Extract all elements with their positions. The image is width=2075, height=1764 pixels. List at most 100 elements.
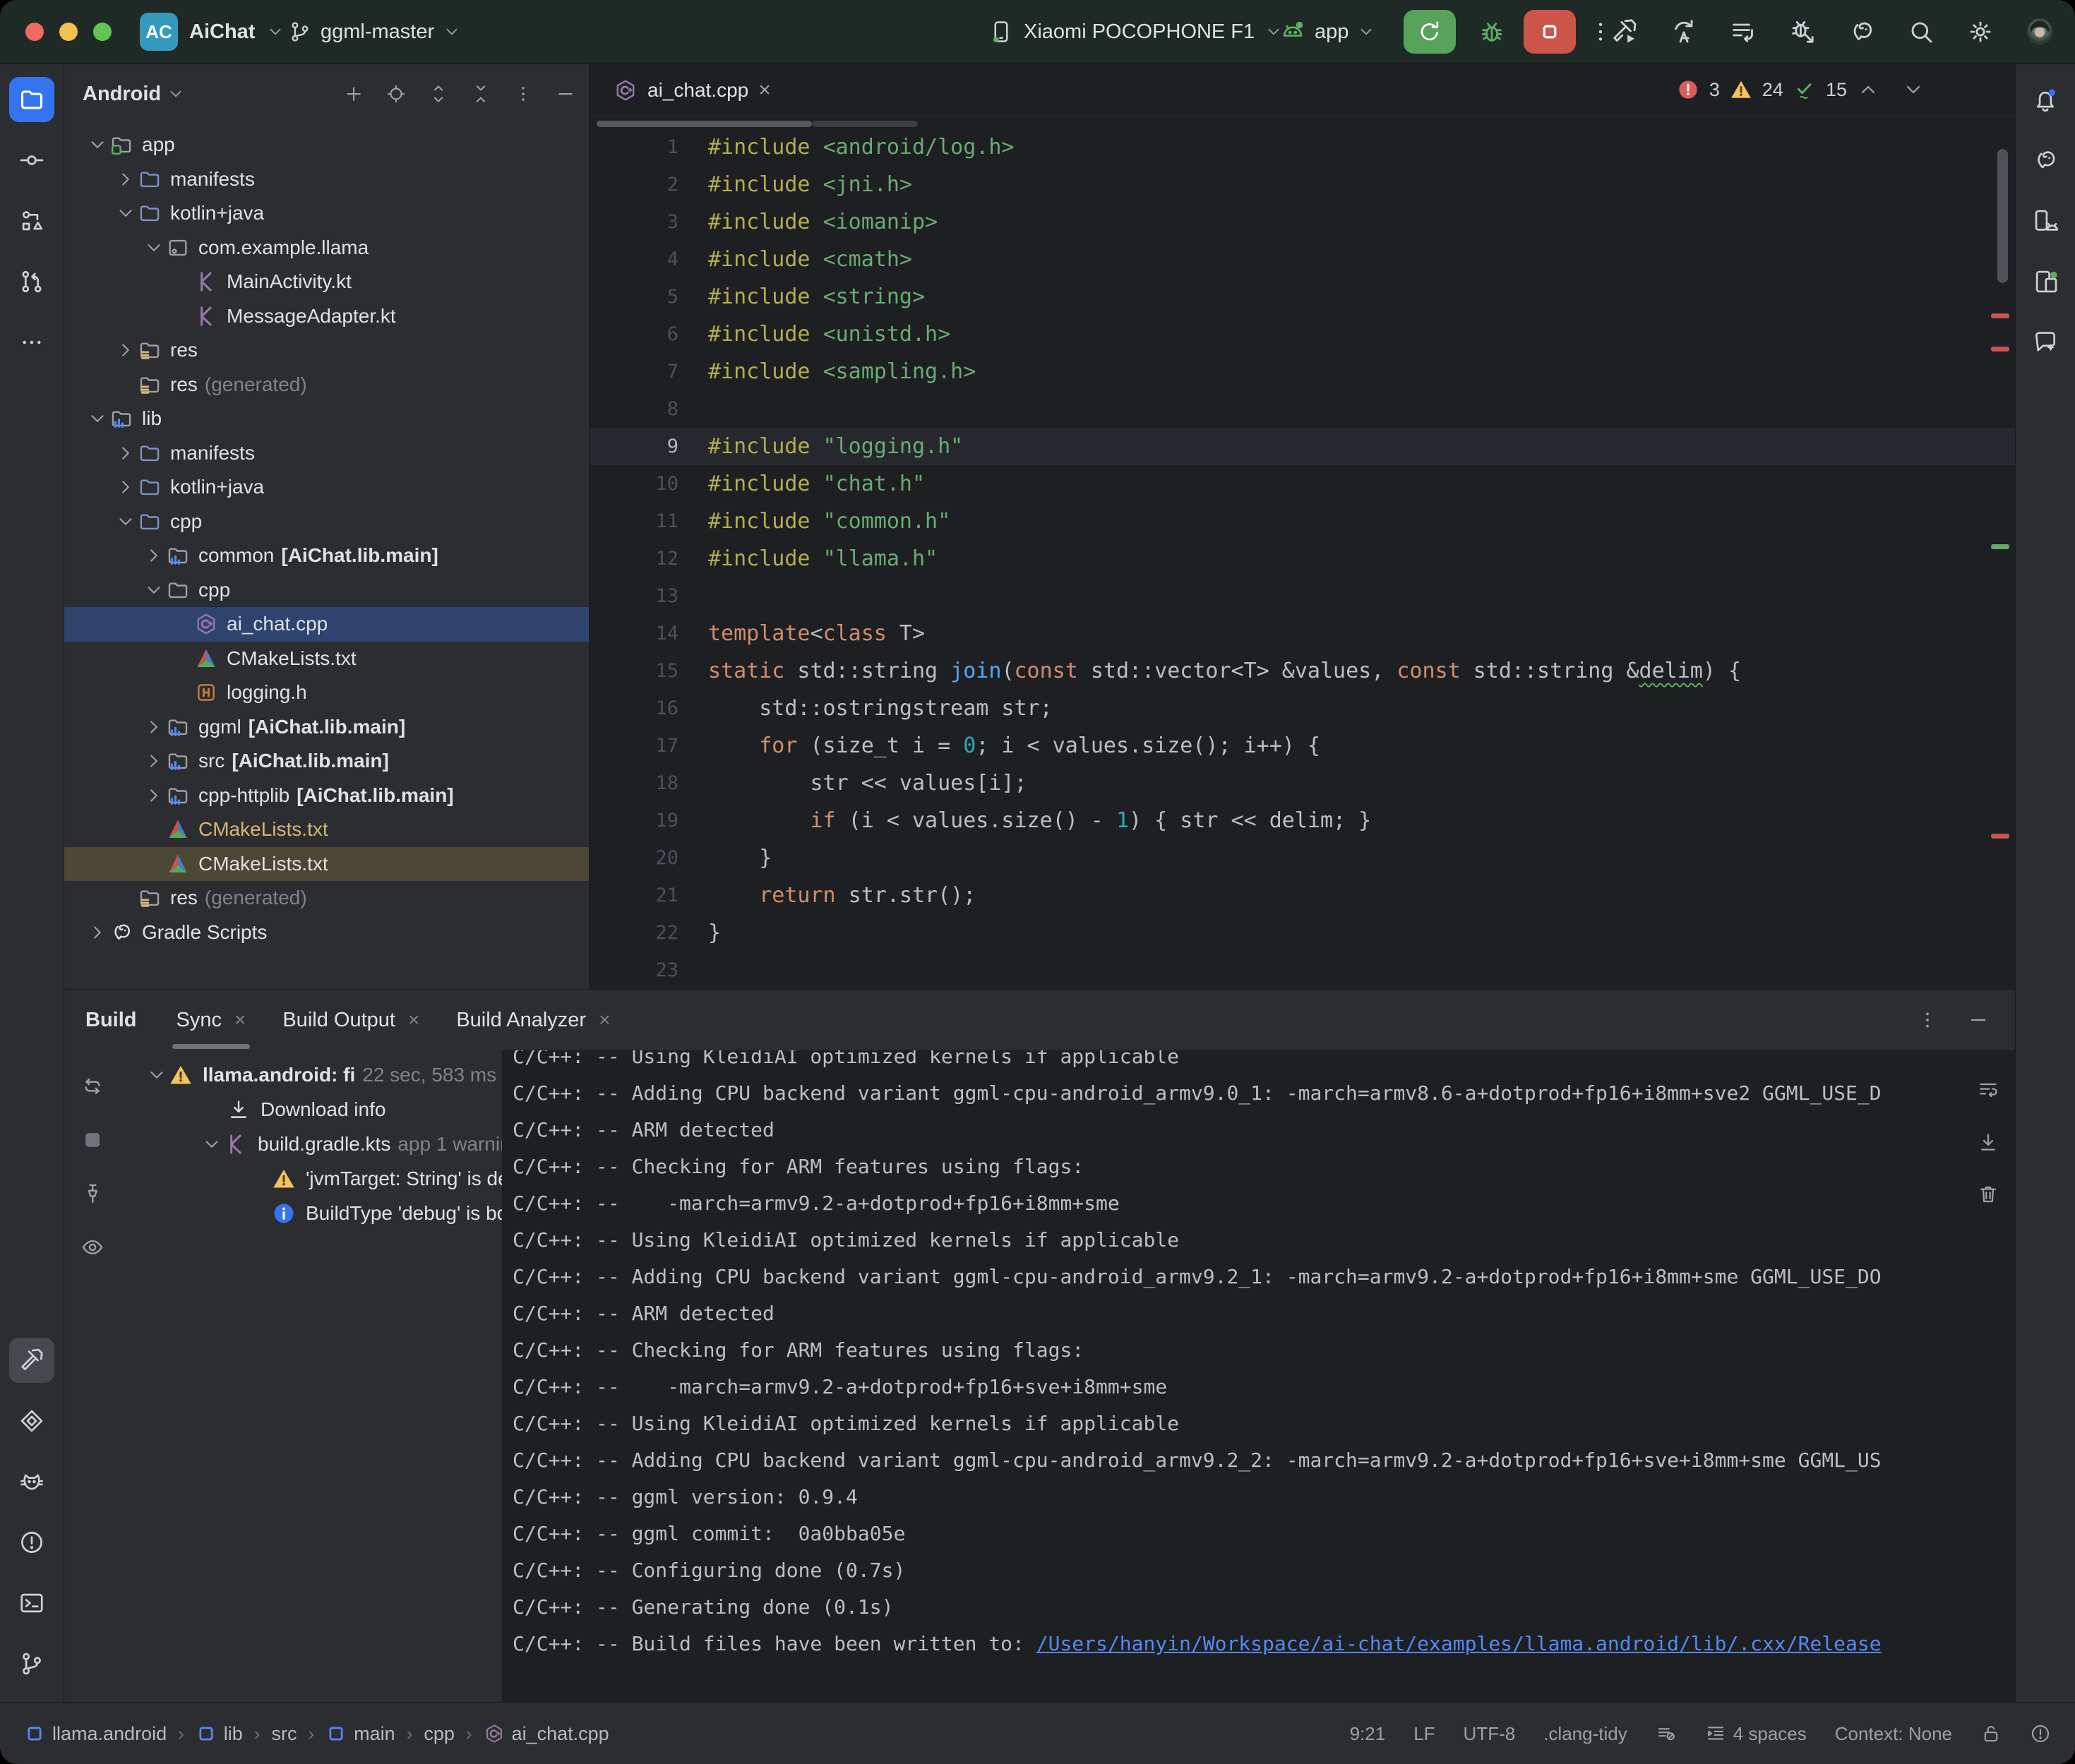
- code-line-3[interactable]: 3#include <iomanip>: [590, 203, 2015, 241]
- stop-app-button[interactable]: [1524, 10, 1576, 54]
- tree-item-app[interactable]: app: [64, 128, 589, 162]
- encoding-widget[interactable]: UTF-8: [1464, 1723, 1516, 1745]
- collapse-all-icon[interactable]: [470, 83, 491, 104]
- locate-icon[interactable]: [385, 83, 407, 104]
- hide-build-panel-icon[interactable]: [1967, 1009, 1990, 1031]
- code-line-2[interactable]: 2#include <jni.h>: [590, 166, 2015, 203]
- build-tab-sync[interactable]: Sync×: [177, 990, 246, 1050]
- code-line-23[interactable]: 23: [590, 952, 2015, 989]
- horizontal-scrollbar-track[interactable]: [812, 121, 918, 127]
- tool-stripe-gemini-chat[interactable]: [2023, 320, 2068, 365]
- tree-item-ggml[interactable]: ggml[AiChat.lib.main]: [64, 710, 589, 745]
- tree-item-res[interactable]: res: [64, 333, 589, 368]
- build-hammer-run-icon[interactable]: [1610, 18, 1639, 46]
- build-variants-icon[interactable]: [1729, 18, 1757, 46]
- tree-item-mainactivity-kt[interactable]: MainActivity.kt: [64, 265, 589, 299]
- trash-icon[interactable]: [1977, 1183, 1999, 1206]
- attach-debugger-icon[interactable]: [1788, 18, 1817, 46]
- tool-stripe-more[interactable]: [9, 320, 54, 365]
- tool-stripe-terminal[interactable]: [9, 1580, 54, 1626]
- code-line-6[interactable]: 6#include <unistd.h>: [590, 316, 2015, 353]
- tree-item-kotlin-java[interactable]: kotlin+java: [64, 470, 589, 505]
- tree-item-res[interactable]: res(generated): [64, 881, 589, 916]
- build-panel-options-icon[interactable]: [1916, 1009, 1939, 1031]
- vcs-branch-widget[interactable]: ggml-master: [288, 0, 461, 64]
- code-line-16[interactable]: 16 std::ostringstream str;: [590, 690, 2015, 727]
- code-line-10[interactable]: 10#include "chat.h": [590, 465, 2015, 503]
- tool-stripe-device-manager[interactable]: [2023, 198, 2068, 244]
- pin-icon[interactable]: [80, 1182, 104, 1206]
- tree-item-logging-h[interactable]: logging.h: [64, 676, 589, 710]
- previous-problem-icon[interactable]: [1857, 78, 1879, 101]
- close-window-button[interactable]: [25, 23, 44, 41]
- code-line-11[interactable]: 11#include "common.h": [590, 503, 2015, 540]
- tool-stripe-running-devices[interactable]: [2023, 259, 2068, 304]
- context-widget[interactable]: Context: None: [1835, 1723, 1952, 1745]
- zoom-window-button[interactable]: [93, 23, 112, 41]
- caret-position-widget[interactable]: 9:21: [1350, 1723, 1386, 1745]
- tree-item-res[interactable]: res(generated): [64, 368, 589, 402]
- inspections-widget[interactable]: 3 24 15: [1671, 76, 1930, 104]
- code-line-19[interactable]: 19 if (i < values.size() - 1) { str << d…: [590, 802, 2015, 839]
- tree-item-kotlin-java[interactable]: kotlin+java: [64, 196, 589, 231]
- breadcrumb-src[interactable]: src: [271, 1723, 297, 1745]
- tree-item-gradle-scripts[interactable]: Gradle Scripts: [64, 916, 589, 950]
- linter-widget[interactable]: .clang-tidy: [1543, 1723, 1627, 1745]
- apply-changes-icon[interactable]: [1670, 18, 1698, 46]
- code-line-20[interactable]: 20 }: [590, 839, 2015, 877]
- tool-stripe-build-hammer[interactable]: [9, 1338, 54, 1383]
- breadcrumb-cpp[interactable]: cpp: [424, 1723, 455, 1745]
- sync-tree-item[interactable]: Download info: [121, 1092, 502, 1127]
- sync-tree-item[interactable]: build.gradle.ktsapp 1 warning: [121, 1127, 502, 1161]
- tree-item-manifests[interactable]: manifests: [64, 162, 589, 197]
- build-console[interactable]: C/C++: -- Using KleidiAI optimized kerne…: [502, 1050, 2015, 1702]
- eye-icon[interactable]: [80, 1235, 104, 1259]
- breadcrumb-ai-chat-cpp[interactable]: ai_chat.cpp: [484, 1723, 609, 1745]
- editor-tab-ai_chat[interactable]: ai_chat.cpp ×: [599, 64, 785, 116]
- change-stripe-mark[interactable]: [1991, 544, 2009, 549]
- formatter-icon[interactable]: [1656, 1723, 1677, 1744]
- code-line-12[interactable]: 12#include "llama.h": [590, 540, 2015, 577]
- code-editor[interactable]: 1#include <android/log.h>2#include <jni.…: [590, 117, 2015, 989]
- build-tab-build-analyzer[interactable]: Build Analyzer×: [456, 990, 610, 1050]
- indent-widget[interactable]: 4 spaces: [1705, 1723, 1807, 1745]
- error-stripe-mark[interactable]: [1991, 313, 2009, 318]
- error-stripe-mark[interactable]: [1991, 834, 2009, 839]
- settings-icon[interactable]: [1966, 18, 1995, 46]
- debug-app-button[interactable]: [1470, 10, 1514, 54]
- tool-stripe-structure[interactable]: [9, 198, 54, 244]
- plus-icon[interactable]: [343, 83, 364, 104]
- search-icon[interactable]: [1907, 18, 1935, 46]
- code-line-14[interactable]: 14template<class T>: [590, 615, 2015, 652]
- tree-item-lib[interactable]: lib: [64, 402, 589, 436]
- build-output-path-link[interactable]: /Users/hanyin/Workspace/ai-chat/examples…: [1036, 1632, 1882, 1655]
- close-tab-icon[interactable]: ×: [234, 1009, 246, 1031]
- tree-item-ai-chat-cpp[interactable]: ai_chat.cpp: [64, 607, 589, 642]
- refresh-icon[interactable]: [80, 1074, 104, 1098]
- tool-stripe-commit[interactable]: [9, 138, 54, 183]
- rerun-app-button[interactable]: [1404, 10, 1456, 54]
- project-view-selector[interactable]: Android: [83, 83, 161, 106]
- tree-item-cmakelists-txt[interactable]: CMakeLists.txt: [64, 642, 589, 676]
- tool-stripe-pull-requests[interactable]: [9, 259, 54, 304]
- tree-item-cmakelists-txt[interactable]: CMakeLists.txt: [64, 847, 589, 882]
- soft-wrap-icon[interactable]: [1977, 1079, 1999, 1101]
- code-line-8[interactable]: 8: [590, 390, 2015, 428]
- code-line-1[interactable]: 1#include <android/log.h>: [590, 128, 2015, 166]
- code-line-15[interactable]: 15static std::string join(const std::vec…: [590, 652, 2015, 690]
- line-separator-widget[interactable]: LF: [1413, 1723, 1435, 1745]
- sync-tree-item[interactable]: llama.android: fi22 sec, 583 ms: [121, 1057, 502, 1092]
- kebab-icon[interactable]: [513, 83, 534, 104]
- tree-item-cmakelists-txt[interactable]: CMakeLists.txt: [64, 812, 589, 847]
- stop-square-icon[interactable]: [80, 1128, 104, 1152]
- tree-item-cpp[interactable]: cpp: [64, 573, 589, 608]
- hide-icon[interactable]: [555, 83, 576, 104]
- tree-item-manifests[interactable]: manifests: [64, 436, 589, 471]
- tool-stripe-problems[interactable]: [9, 1520, 54, 1565]
- sync-tree-item[interactable]: BuildType 'debug' is both de: [121, 1196, 502, 1230]
- scroll-end-icon[interactable]: [1977, 1131, 1999, 1153]
- code-line-18[interactable]: 18 str << values[i];: [590, 764, 2015, 802]
- expand-all-icon[interactable]: [428, 83, 449, 104]
- device-selector[interactable]: Xiaomi POCOPHONE F1: [988, 0, 1283, 64]
- vertical-scrollbar[interactable]: [1997, 149, 2008, 283]
